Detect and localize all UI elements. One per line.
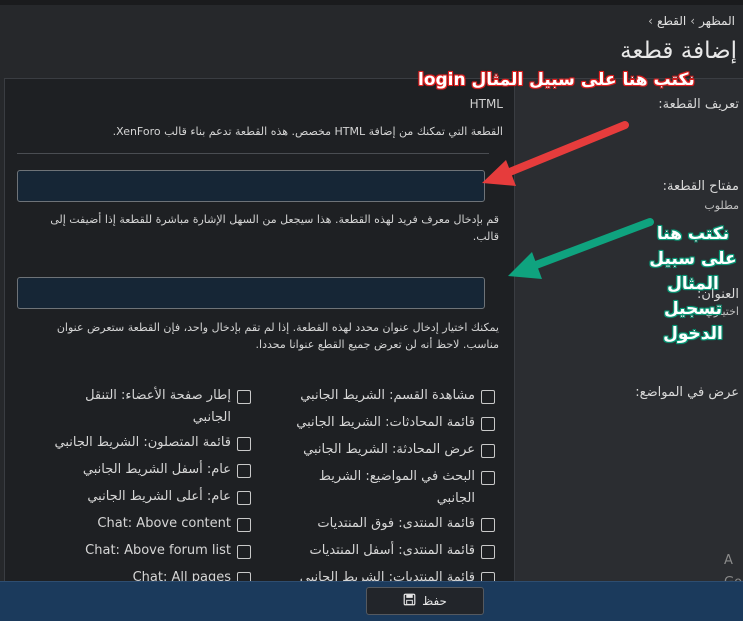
- red-annotation-text: نكتب هنا على سبيل المثال login: [418, 70, 695, 90]
- position-checkbox[interactable]: عام: أسفل الشريط الجانبي: [21, 459, 251, 481]
- save-button-label: حفظ: [422, 594, 447, 608]
- position-checkbox[interactable]: إطار صفحة الأعضاء: التنقل الجانبي: [21, 385, 251, 429]
- checkbox-box[interactable]: [237, 518, 251, 532]
- breadcrumb: المظهر › القطع ›: [648, 14, 735, 28]
- checkbox-box[interactable]: [481, 417, 495, 431]
- title-description: يمكنك اختيار إدخال عنوان محدد لهذه القطع…: [56, 321, 499, 351]
- checkbox-box[interactable]: [237, 390, 251, 404]
- definition-value: HTML: [469, 97, 503, 111]
- widget-form: تعريف القطعة: مفتاح القطعة: مطلوب العنوا…: [4, 78, 743, 618]
- definition-label: تعريف القطعة:: [658, 97, 739, 112]
- checkbox-box[interactable]: [237, 491, 251, 505]
- form-footer: حفظ: [0, 581, 743, 621]
- checkbox-box[interactable]: [481, 545, 495, 559]
- position-checkbox[interactable]: قائمة المحادثات: الشريط الجانبي: [265, 412, 495, 434]
- position-label: مشاهدة القسم: الشريط الجانبي: [300, 388, 475, 403]
- definition-description: القطعة التي تمكنك من إضافة HTML مخصص. هذ…: [112, 125, 503, 138]
- position-checkbox[interactable]: قائمة المنتدى: فوق المنتديات: [265, 513, 495, 535]
- position-label: قائمة المنتدى: أسفل المنتديات: [309, 543, 476, 558]
- divider: [17, 153, 489, 154]
- checkbox-box[interactable]: [237, 464, 251, 478]
- green-annotation-text: نكتب هنا على سبيل المثال تسجيل الدخول: [649, 224, 737, 344]
- position-label: إطار صفحة الأعضاء: التنقل الجانبي: [85, 388, 231, 425]
- breadcrumb-separator: ›: [690, 14, 696, 28]
- checkbox-box[interactable]: [481, 390, 495, 404]
- key-label: مفتاح القطعة:: [662, 179, 739, 194]
- page-title: إضافة قطعة: [620, 38, 737, 64]
- checkbox-box[interactable]: [481, 471, 495, 485]
- position-label: البحث في المواضيع: الشريط الجانبي: [318, 469, 475, 506]
- breadcrumb-separator: ›: [648, 14, 653, 28]
- position-checkbox[interactable]: قائمة المتصلون: الشريط الجانبي: [21, 432, 251, 454]
- position-label: عام: أعلى الشريط الجانبي: [87, 489, 231, 504]
- position-label: عام: أسفل الشريط الجانبي: [82, 462, 231, 477]
- position-label: قائمة المحادثات: الشريط الجانبي: [296, 415, 475, 430]
- key-description: قم بإدخال معرف فريد لهذه القطعة. هذا سيج…: [50, 213, 499, 243]
- position-label: Chat: Above content: [97, 516, 231, 531]
- checkbox-box[interactable]: [481, 518, 495, 532]
- position-checkbox[interactable]: مشاهدة القسم: الشريط الجانبي: [265, 385, 495, 407]
- top-bar: [0, 0, 743, 5]
- position-label: عرض المحادثة: الشريط الجانبي: [303, 442, 475, 457]
- widget-key-input[interactable]: [17, 170, 485, 202]
- position-checkbox[interactable]: Chat: Above content: [21, 513, 251, 535]
- position-label: قائمة المتصلون: الشريط الجانبي: [54, 435, 231, 450]
- widget-title-input[interactable]: [17, 277, 485, 309]
- key-required-hint: مطلوب: [704, 199, 739, 212]
- positions-label: عرض في المواضع:: [635, 385, 739, 400]
- save-button[interactable]: حفظ: [366, 587, 484, 615]
- background-text-line: A: [724, 553, 733, 568]
- position-checkbox[interactable]: عرض المحادثة: الشريط الجانبي: [265, 439, 495, 461]
- position-label: Chat: Above forum list: [85, 543, 231, 558]
- position-checkbox[interactable]: البحث في المواضيع: الشريط الجانبي: [265, 466, 495, 510]
- position-label: قائمة المنتدى: فوق المنتديات: [317, 516, 475, 531]
- checkbox-box[interactable]: [481, 444, 495, 458]
- breadcrumb-widgets[interactable]: القطع: [657, 14, 686, 28]
- position-checkbox[interactable]: قائمة المنتدى: أسفل المنتديات: [265, 540, 495, 562]
- breadcrumb-appearance[interactable]: المظهر: [699, 14, 735, 28]
- checkbox-box[interactable]: [237, 437, 251, 451]
- position-checkbox[interactable]: عام: أعلى الشريط الجانبي: [21, 486, 251, 508]
- checkbox-box[interactable]: [237, 545, 251, 559]
- floppy-disk-icon: [403, 593, 416, 609]
- position-checkbox[interactable]: Chat: Above forum list: [21, 540, 251, 562]
